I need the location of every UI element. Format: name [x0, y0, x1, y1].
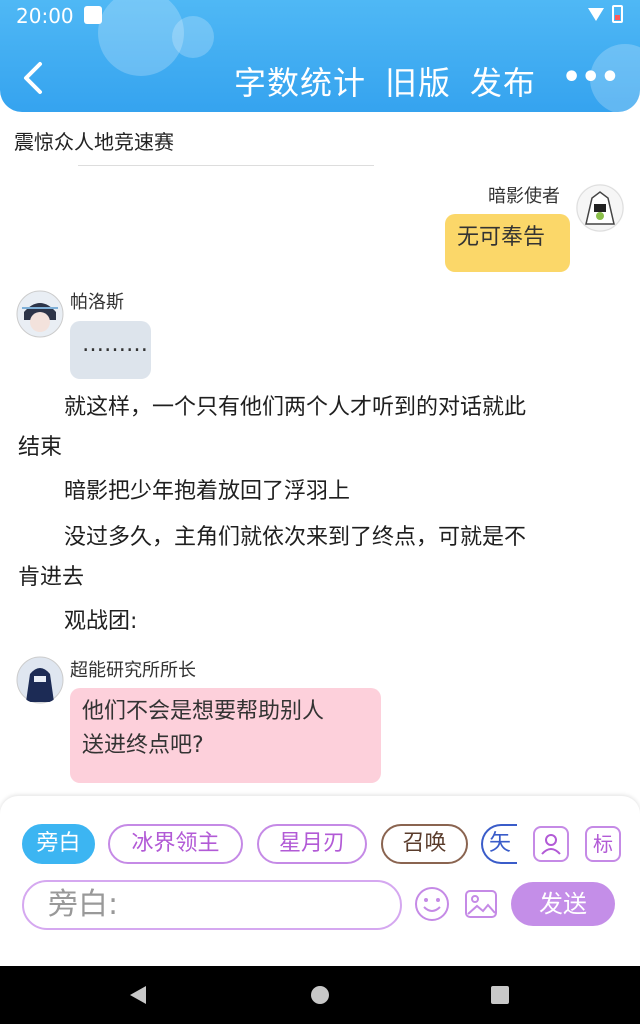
- speaker-name: 超能研究所所长: [70, 660, 196, 681]
- message-bubble[interactable]: 他们不会是想要帮助别人 送进终点吧?: [70, 688, 381, 783]
- status-bar: 20:00: [0, 0, 640, 32]
- role-chip[interactable]: 矢: [481, 824, 517, 864]
- nav-recent-apps-icon[interactable]: [491, 986, 509, 1004]
- role-chip[interactable]: 冰界领主: [108, 824, 243, 864]
- message-bubble[interactable]: ………: [70, 321, 151, 379]
- narration-text[interactable]: 没过多久，主角们就依次来到了终点，可就是不 肯进去: [18, 518, 618, 598]
- avatar-character-icon: [16, 656, 64, 704]
- person-icon: [541, 834, 561, 855]
- message-line: 送进终点吧?: [82, 733, 204, 758]
- avatar[interactable]: [16, 656, 64, 704]
- role-chip-narration[interactable]: 旁白: [22, 824, 95, 864]
- message-bubble[interactable]: 无可奉告: [445, 214, 570, 272]
- image-icon[interactable]: [463, 886, 499, 922]
- avatar[interactable]: [16, 290, 64, 338]
- avatar-character-icon: [16, 290, 64, 338]
- speaker-name: 暗影使者: [488, 186, 560, 207]
- nav-home-icon[interactable]: [311, 986, 329, 1004]
- notification-icon: [84, 6, 102, 24]
- role-chip[interactable]: 星月刃: [257, 824, 367, 864]
- top-header: 20:00 字数统计 旧版 发布 •••: [0, 0, 640, 112]
- role-chip[interactable]: 召唤: [381, 824, 468, 864]
- more-options-icon[interactable]: •••: [562, 60, 620, 95]
- narration-line: 肯进去: [18, 565, 85, 590]
- narration-text[interactable]: 就这样，一个只有他们两个人才听到的对话就此 结束: [18, 388, 618, 468]
- message-input[interactable]: 旁白:: [22, 880, 402, 930]
- narration-text[interactable]: 观战团:: [18, 602, 618, 642]
- emoji-icon[interactable]: [414, 886, 450, 922]
- narration-line: 就这样，一个只有他们两个人才听到的对话就此: [64, 395, 527, 420]
- narration-line: 没过多久，主角们就依次来到了终点，可就是不: [64, 525, 527, 550]
- role-manage-button[interactable]: [533, 826, 569, 862]
- tag-button[interactable]: 标: [585, 826, 621, 862]
- wifi-icon: [588, 8, 604, 21]
- send-button[interactable]: 发送: [511, 882, 615, 926]
- narration-line: 观战团:: [64, 609, 138, 634]
- message-line: 他们不会是想要帮助别人: [82, 699, 325, 724]
- old-version-button[interactable]: 旧版: [385, 58, 451, 104]
- word-count-button[interactable]: 字数统计: [234, 58, 366, 104]
- nav-back-icon[interactable]: [130, 986, 146, 1004]
- narration-line: 结束: [18, 435, 63, 460]
- narration-text[interactable]: 暗影把少年抱着放回了浮羽上: [18, 472, 618, 512]
- divider: [78, 165, 374, 166]
- back-arrow-icon[interactable]: [18, 60, 48, 96]
- status-time: 20:00: [16, 4, 74, 28]
- avatar-character-icon: [576, 184, 624, 232]
- story-title: 震惊众人地竞速赛: [14, 130, 174, 154]
- speaker-name: 帕洛斯: [70, 292, 124, 313]
- publish-button[interactable]: 发布: [470, 58, 536, 104]
- battery-icon: [612, 5, 623, 23]
- narration-line: 暗影把少年抱着放回了浮羽上: [64, 479, 351, 504]
- avatar[interactable]: [576, 184, 624, 232]
- system-nav-bar: [0, 966, 640, 1024]
